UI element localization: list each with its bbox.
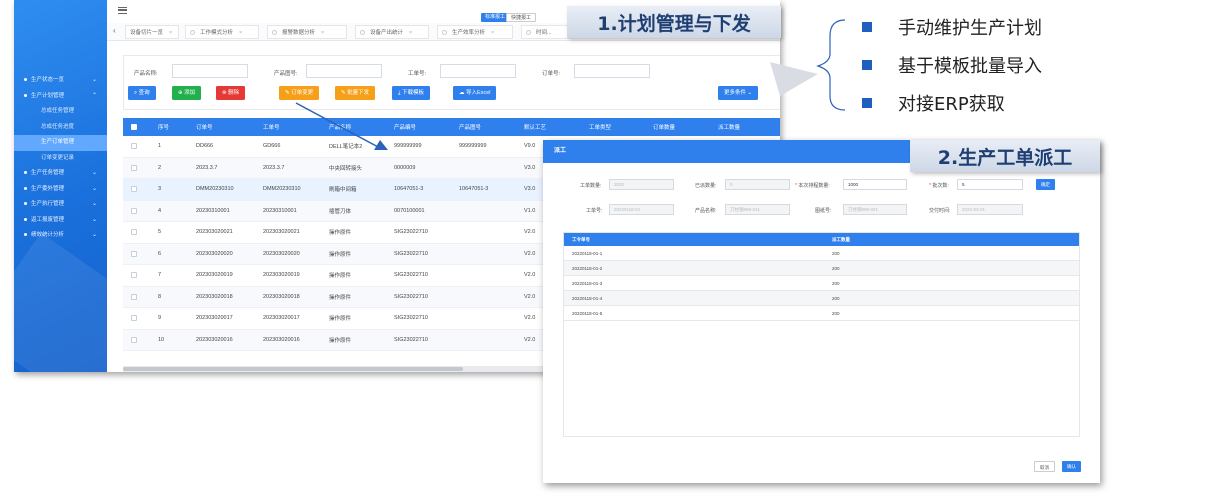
- feature-text: 基于模板批量导入: [898, 56, 1042, 77]
- dispatch-row[interactable]: 20220118-01-5 200: [564, 306, 1079, 321]
- square-bullet-icon: [862, 60, 872, 70]
- drawing-no-label: 图纸号:: [815, 208, 832, 214]
- dispatch-qty: 200: [832, 250, 840, 256]
- feature-item: 手动维护生产计划: [862, 10, 1042, 48]
- calc-confirm-button[interactable]: 确定: [1036, 179, 1055, 190]
- dispatch-order-id: 20220118-01-3: [572, 280, 603, 286]
- dispatch-table-header: 工令单号 派工数量: [564, 233, 1079, 246]
- work-qty-input[interactable]: 2020: [609, 179, 674, 190]
- dispatch-row[interactable]: 20220118-01-1 200: [564, 246, 1079, 261]
- arrow-head-icon: [374, 140, 388, 150]
- callout-pointer: [770, 62, 818, 96]
- dispatch-order-id: 20220118-01-5: [572, 310, 603, 316]
- dispatch-qty: 200: [832, 265, 840, 271]
- batch-count-input[interactable]: 5: [957, 179, 1023, 190]
- dispatch-order-id: 20220118-01-4: [572, 295, 603, 301]
- square-bullet-icon: [862, 22, 872, 32]
- dispatch-row[interactable]: 20220118-01-4 200: [564, 291, 1079, 306]
- dispatch-qty: 200: [832, 280, 840, 286]
- batch-count-label: 批次数:: [932, 183, 949, 189]
- dispatch-row[interactable]: 20220118-01-2 200: [564, 261, 1079, 276]
- current-qty-label: 本次排程数量:: [798, 183, 830, 189]
- delivery-time-label: 交付时间:: [929, 208, 951, 214]
- dispatch-table: 工令单号 派工数量 20220118-01-1 200 20220118-01-2 2…: [563, 232, 1080, 437]
- work-qty-label: 工单数量:: [580, 183, 602, 189]
- dispatch-qty: 200: [832, 295, 840, 301]
- work-no-input[interactable]: 20220118-01: [609, 204, 674, 215]
- feature-text: 对接ERP获取: [898, 94, 1005, 115]
- cancel-button[interactable]: 取消: [1034, 461, 1055, 472]
- dispatch-row[interactable]: 20220118-01-3 200: [564, 276, 1079, 291]
- brace-icon: [816, 19, 846, 111]
- drawing-no-input[interactable]: 刀柱钢889-021: [843, 204, 907, 215]
- dispatch-dialog: 派工 工单数量: 2020 已派数量: 0 * 本次排程数量: 1000 * 批…: [543, 140, 1100, 483]
- square-bullet-icon: [862, 98, 872, 108]
- product-name-label: 产品名称:: [695, 208, 717, 214]
- col-header-dispatch-qty: 派工数量: [832, 236, 850, 242]
- slide: 生产状态一览 ⌄ 生产计划管理 ⌃ 总成任务管理 总成任务进度 生产订单管理 订单变更记录 生产…: [0, 0, 1215, 496]
- confirm-button[interactable]: 确认: [1062, 461, 1081, 472]
- dispatch-order-id: 20220118-01-1: [572, 250, 603, 256]
- dispatch-order-id: 20220118-01-2: [572, 265, 603, 271]
- dispatched-input[interactable]: 0: [725, 179, 790, 190]
- current-qty-input[interactable]: 1000: [843, 179, 907, 190]
- dispatched-label: 已派数量:: [695, 183, 717, 189]
- dispatch-qty: 200: [832, 310, 840, 316]
- feature-list: 手动维护生产计划 基于模板批量导入 对接ERP获取: [862, 10, 1042, 124]
- col-header-order-id: 工令单号: [572, 236, 590, 242]
- feature-text: 手动维护生产计划: [898, 18, 1042, 39]
- work-no-label: 工单号:: [586, 208, 603, 214]
- feature-item: 基于模板批量导入: [862, 48, 1042, 86]
- dispatch-callout: 2.生产工单派工: [910, 140, 1100, 172]
- arrow-line: [295, 102, 381, 149]
- delivery-time-input[interactable]: 2022-03-31: [957, 204, 1023, 215]
- feature-item: 对接ERP获取: [862, 86, 1042, 124]
- plan-callout: 1.计划管理与下发: [567, 6, 781, 38]
- product-name-input[interactable]: 刀柱钢889-021: [725, 204, 790, 215]
- dispatch-table-body: 20220118-01-1 200 20220118-01-2 200 20220118…: [564, 246, 1079, 321]
